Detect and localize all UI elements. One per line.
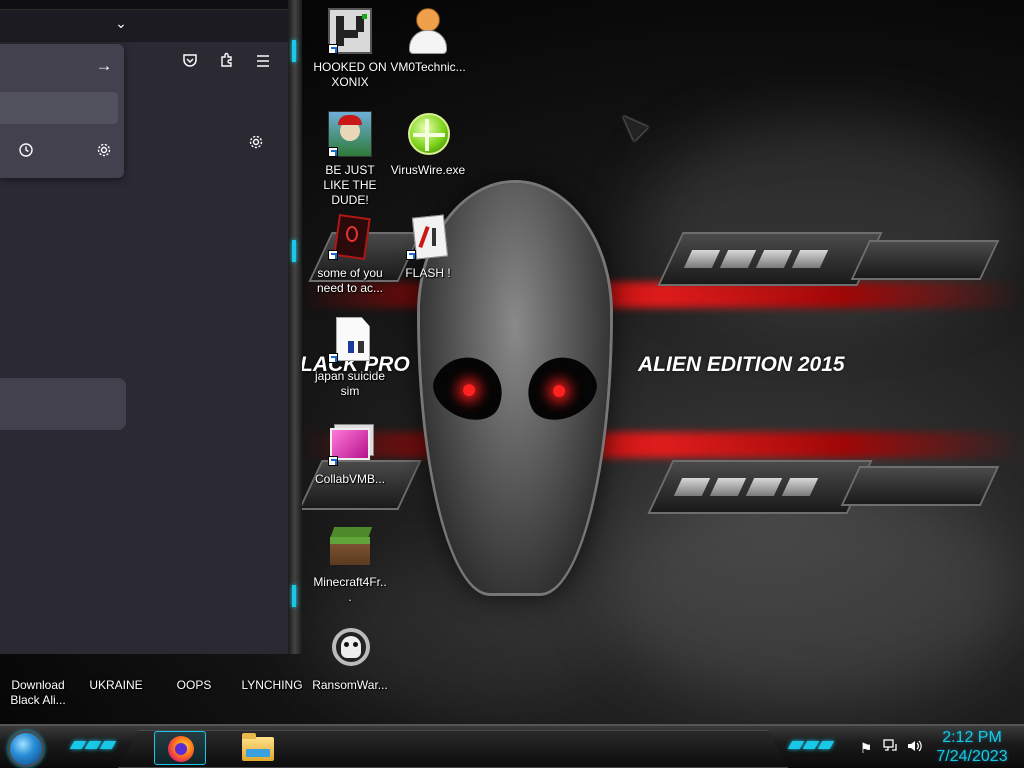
desktop-icon-label: VM0Technic... xyxy=(390,60,466,74)
desktop-icon-label: VirusWire.exe xyxy=(390,163,466,177)
desktop-icon-label: UKRAINE xyxy=(89,678,143,692)
desktop-icon-japan-suicide-sim[interactable]: japan suicide sim xyxy=(312,317,388,399)
clock-icon[interactable] xyxy=(14,142,38,166)
flag-icon[interactable]: ⚑ xyxy=(856,738,876,758)
firefox-titlebar[interactable]: ⌄ xyxy=(0,0,288,42)
chevron-down-icon[interactable]: ⌄ xyxy=(110,14,132,32)
frame-accent xyxy=(292,240,296,262)
eye-glow xyxy=(461,382,478,399)
folder-icon xyxy=(242,733,274,761)
plate-slot xyxy=(683,250,721,268)
desktop-icon-label: Minecraft4Fr... xyxy=(313,575,387,604)
metal-plate xyxy=(840,466,1000,506)
clock-time: 2:12 PM xyxy=(942,729,1002,746)
metal-plate xyxy=(647,460,873,514)
gear-icon[interactable] xyxy=(244,134,268,158)
red-document-icon xyxy=(326,213,374,262)
shortcut-arrow-icon xyxy=(328,147,338,157)
alien-eye-right xyxy=(516,346,606,430)
desktop-icon-collabvmb[interactable]: CollabVMB... xyxy=(312,420,388,487)
taskbar-firefox-button[interactable] xyxy=(154,731,206,765)
xonix-game-icon xyxy=(326,8,374,56)
metal-plate xyxy=(657,232,883,286)
system-clock[interactable]: 2:12 PM 7/24/2023 xyxy=(930,728,1014,766)
desktop-icon-label: OOPS xyxy=(176,678,212,692)
alien-eye-left xyxy=(424,346,514,430)
url-dropdown-panel: → xyxy=(0,44,124,178)
desktop-icon-label: FLASH ! xyxy=(405,266,451,280)
desktop-icon-vm0technician[interactable]: VM0Technic... xyxy=(390,8,466,75)
taskbar-plate xyxy=(118,730,788,768)
taskbar: ⚑ 2:12 PM 7/24/2023 xyxy=(0,724,1024,768)
plate-slot xyxy=(709,478,747,496)
taskbar-explorer-button[interactable] xyxy=(236,731,280,765)
desktop-icon-label: BE JUST LIKE THE DUDE! xyxy=(323,163,377,207)
shortcut-arrow-icon xyxy=(406,250,416,260)
desktop-icon-viruswire[interactable]: VirusWire.exe xyxy=(390,111,466,178)
desktop-icon-minecraft[interactable]: Minecraft4Fr... xyxy=(312,523,388,605)
desktop-icon-label: HOOKED ON XONIX xyxy=(313,60,387,89)
pocket-icon[interactable] xyxy=(178,52,202,76)
plate-slot xyxy=(673,478,711,496)
plate-slot xyxy=(781,478,819,496)
lime-orb-icon xyxy=(404,111,452,159)
desktop-icon-label: RansomWar... xyxy=(312,678,388,692)
desktop-icon-label: Download Black Ali... xyxy=(10,678,66,707)
desktop-icon-some-of-you[interactable]: some of you need to ac... xyxy=(312,213,388,296)
clock-date: 7/24/2023 xyxy=(936,748,1008,765)
wallpaper-title: ALIEN EDITION 2015 xyxy=(638,353,845,376)
suicide-sim-icon xyxy=(326,317,374,365)
technician-person-icon xyxy=(404,8,452,56)
plate-slot xyxy=(745,478,783,496)
plate-slot xyxy=(791,250,829,268)
desktop-icon-label: LYNCHING xyxy=(241,678,303,692)
desktop-icon-label: CollabVMB... xyxy=(314,472,386,486)
shortcut-arrow-icon xyxy=(328,456,338,466)
eye-glow xyxy=(551,383,568,400)
dude-character-icon xyxy=(326,111,374,159)
desktop-icon-flash[interactable]: FLASH ! xyxy=(390,214,466,281)
taskbar-accent-chevrons xyxy=(787,741,835,751)
gear-icon[interactable] xyxy=(92,142,116,166)
grass-block-icon xyxy=(326,523,374,571)
flash-document-icon xyxy=(404,214,452,262)
metal-plate xyxy=(850,240,1000,280)
window-top-strip xyxy=(0,0,288,10)
url-input[interactable] xyxy=(0,92,118,124)
desktop-icon-hooked-on-xonix[interactable]: HOOKED ON XONIX xyxy=(312,8,388,90)
skull-icon xyxy=(326,626,374,674)
puzzle-icon[interactable] xyxy=(215,52,239,76)
desktop-icon-be-just-like-the-dude[interactable]: BE JUST LIKE THE DUDE! xyxy=(312,111,388,208)
shortcut-arrow-icon xyxy=(328,250,338,260)
taskbar-accent-chevrons xyxy=(69,741,117,751)
network-icon[interactable] xyxy=(880,738,900,758)
plate-slot xyxy=(719,250,757,268)
arrow-right-icon[interactable]: → xyxy=(92,54,116,78)
shortcut-arrow-icon xyxy=(328,44,338,54)
desktop-icon-ransomware[interactable]: RansomWar... xyxy=(312,626,388,693)
firefox-icon xyxy=(168,736,194,762)
plate-slot xyxy=(755,250,793,268)
desktop-icon-label: some of you need to ac... xyxy=(316,266,384,295)
speaker-icon[interactable] xyxy=(904,738,924,758)
pink-screen-icon xyxy=(326,420,374,468)
window-frame[interactable] xyxy=(288,0,302,654)
red-light-band xyxy=(300,432,1024,458)
shortcut-arrow-icon xyxy=(328,353,338,363)
desktop-icon-label: japan suicide sim xyxy=(314,369,386,398)
frame-accent xyxy=(292,40,296,62)
frame-accent xyxy=(292,585,296,607)
firefox-window: ⌄ → xyxy=(0,0,302,654)
start-button[interactable] xyxy=(8,731,44,767)
hamburger-menu-icon[interactable] xyxy=(251,52,275,76)
search-box[interactable] xyxy=(0,378,126,430)
